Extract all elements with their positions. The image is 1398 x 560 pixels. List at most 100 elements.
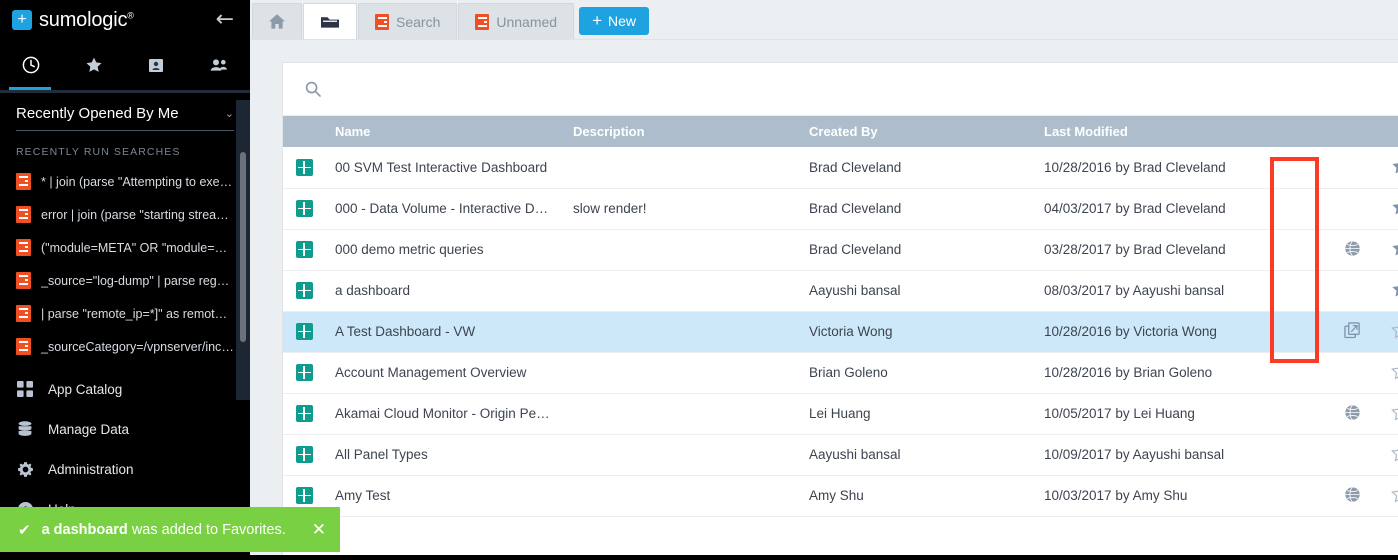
open-external-icon[interactable] <box>1344 322 1361 339</box>
sidebar-item-manage-data[interactable]: Manage Data <box>0 409 250 449</box>
row-name[interactable]: Akamai Cloud Monitor - Origin Perfor… <box>325 393 563 434</box>
tab-bar: Search Unnamed + New <box>250 0 1398 40</box>
sidebar-item-administration[interactable]: Administration <box>0 449 250 489</box>
star-icon <box>1391 403 1398 421</box>
sidebar-tab-recent[interactable] <box>0 40 63 90</box>
row-name[interactable]: Amy Test <box>325 475 563 516</box>
row-type-icon-cell <box>283 270 325 311</box>
section-label-recent-searches: RECENTLY RUN SEARCHES <box>0 140 250 165</box>
table-row[interactable]: 000 - Data Volume - Interactive Dashb…sl… <box>283 188 1398 229</box>
collapse-sidebar-icon[interactable]: ← <box>216 9 234 31</box>
toast-message-bold: a dashboard <box>42 522 128 538</box>
table-row[interactable]: Amy TestAmy Shu10/03/2017 by Amy Shu <box>283 475 1398 516</box>
favorite-star-icon[interactable] <box>1391 444 1398 462</box>
th-description[interactable]: Description <box>563 116 799 147</box>
folder-icon <box>320 14 340 30</box>
search-doc-icon <box>16 305 31 322</box>
brand-logo[interactable]: + sumologic® <box>12 9 134 32</box>
table-row[interactable]: 000 demo metric queriesBrad Cleveland03/… <box>283 229 1398 270</box>
sidebar-tab-favorites[interactable] <box>63 40 126 90</box>
tab-home[interactable] <box>252 3 302 39</box>
bottom-strip <box>0 555 1398 560</box>
list-item[interactable]: | parse "remote_ip=*]" as remote_i… <box>0 297 250 330</box>
search-doc-icon <box>375 14 389 30</box>
list-item[interactable]: error | join (parse "starting stream … <box>0 198 250 231</box>
list-item[interactable]: * | join (parse "Attempting to exec… <box>0 165 250 198</box>
favorite-star-icon[interactable] <box>1391 239 1398 257</box>
list-item-label: _sourceCategory=/vpnserver/inco… <box>41 340 234 354</box>
tab-library[interactable] <box>303 3 357 39</box>
favorite-star-icon[interactable] <box>1391 321 1398 339</box>
search-input[interactable] <box>333 82 1398 97</box>
list-item[interactable]: ("module=META" OR "module=ST… <box>0 231 250 264</box>
th-last-modified[interactable]: Last Modified <box>1034 116 1329 147</box>
list-item-label: * | join (parse "Attempting to exec… <box>41 175 234 189</box>
row-last-modified: 10/28/2016 by Brian Goleno <box>1034 352 1329 393</box>
favorite-star-icon[interactable] <box>1391 403 1398 421</box>
sumo-plus-icon: + <box>12 10 32 30</box>
row-favorite-cell <box>1376 475 1398 516</box>
sidebar-item-app-catalog[interactable]: App Catalog <box>0 369 250 409</box>
favorite-star-icon[interactable] <box>1391 280 1398 298</box>
row-favorite-cell <box>1376 270 1398 311</box>
th-icon <box>283 116 325 147</box>
chevron-down-icon[interactable]: ⌄ <box>225 107 234 120</box>
panel-header[interactable]: Recently Opened By Me ⌄ <box>0 93 250 140</box>
row-name[interactable]: 000 demo metric queries <box>325 229 563 270</box>
table-row[interactable]: Account Management Overview Brian Goleno1… <box>283 352 1398 393</box>
row-favorite-cell <box>1376 188 1398 229</box>
search-doc-icon <box>16 206 31 223</box>
star-icon <box>1391 239 1398 257</box>
sumo-logic-app: + sumologic® ← Recently Opened By Me <box>0 0 1398 560</box>
row-description <box>563 434 799 475</box>
sidebar: + sumologic® ← Recently Opened By Me <box>0 0 250 560</box>
row-name[interactable]: All Panel Types <box>325 434 563 475</box>
tab-unnamed[interactable]: Unnamed <box>458 3 574 39</box>
new-button-label: New <box>608 13 636 29</box>
list-item[interactable]: _source="log-dump" | parse regex "… <box>0 264 250 297</box>
row-name[interactable]: A Test Dashboard - VW <box>325 311 563 352</box>
close-icon[interactable]: ✕ <box>312 520 326 540</box>
row-created-by: Brian Goleno <box>799 352 1034 393</box>
gear-icon <box>16 461 34 478</box>
row-last-modified: 03/28/2017 by Brad Cleveland <box>1034 229 1329 270</box>
sidebar-nav: App Catalog Manage Data Administration ?… <box>0 369 250 529</box>
search-doc-icon <box>16 272 31 289</box>
row-type-icon-cell <box>283 393 325 434</box>
table-row[interactable]: a dashboardAayushi bansal08/03/2017 by A… <box>283 270 1398 311</box>
star-icon <box>1391 198 1398 216</box>
favorite-star-icon[interactable] <box>1391 485 1398 503</box>
sidebar-tab-my-library[interactable] <box>125 40 188 90</box>
database-icon <box>16 421 34 438</box>
library-card: Name Description Created By Last Modifie… <box>282 62 1398 560</box>
favorite-star-icon[interactable] <box>1391 362 1398 380</box>
table-row[interactable]: A Test Dashboard - VWVictoria Wong10/28/… <box>283 311 1398 352</box>
row-type-icon-cell <box>283 188 325 229</box>
row-name[interactable]: Account Management Overview <box>325 352 563 393</box>
th-created-by[interactable]: Created By <box>799 116 1034 147</box>
globe-icon[interactable] <box>1344 404 1361 421</box>
favorite-star-icon[interactable] <box>1391 198 1398 216</box>
globe-icon[interactable] <box>1344 240 1361 257</box>
favorite-star-icon[interactable] <box>1391 157 1398 175</box>
row-name[interactable]: 000 - Data Volume - Interactive Dashb… <box>325 188 563 229</box>
row-global-cell <box>1329 434 1376 475</box>
new-button[interactable]: + New <box>579 7 649 35</box>
dashboards-table: Name Description Created By Last Modifie… <box>283 116 1398 517</box>
table-row[interactable]: All Panel TypesAayushi bansal10/09/2017 … <box>283 434 1398 475</box>
th-name[interactable]: Name <box>325 116 563 147</box>
row-name[interactable]: 00 SVM Test Interactive Dashboard <box>325 147 563 188</box>
globe-icon[interactable] <box>1344 486 1361 503</box>
tab-search[interactable]: Search <box>358 3 457 39</box>
row-created-by: Amy Shu <box>799 475 1034 516</box>
row-favorite-cell <box>1376 393 1398 434</box>
check-icon: ✔ <box>18 521 31 539</box>
globe-icon <box>1344 240 1361 257</box>
sidebar-tab-shared[interactable] <box>188 40 251 90</box>
table-row[interactable]: 00 SVM Test Interactive DashboardBrad Cl… <box>283 147 1398 188</box>
search-doc-icon <box>16 173 31 190</box>
row-name[interactable]: a dashboard <box>325 270 563 311</box>
sidebar-scrollbar-thumb[interactable] <box>240 152 246 342</box>
table-row[interactable]: Akamai Cloud Monitor - Origin Perfor…Lei… <box>283 393 1398 434</box>
list-item[interactable]: _sourceCategory=/vpnserver/inco… <box>0 330 250 363</box>
